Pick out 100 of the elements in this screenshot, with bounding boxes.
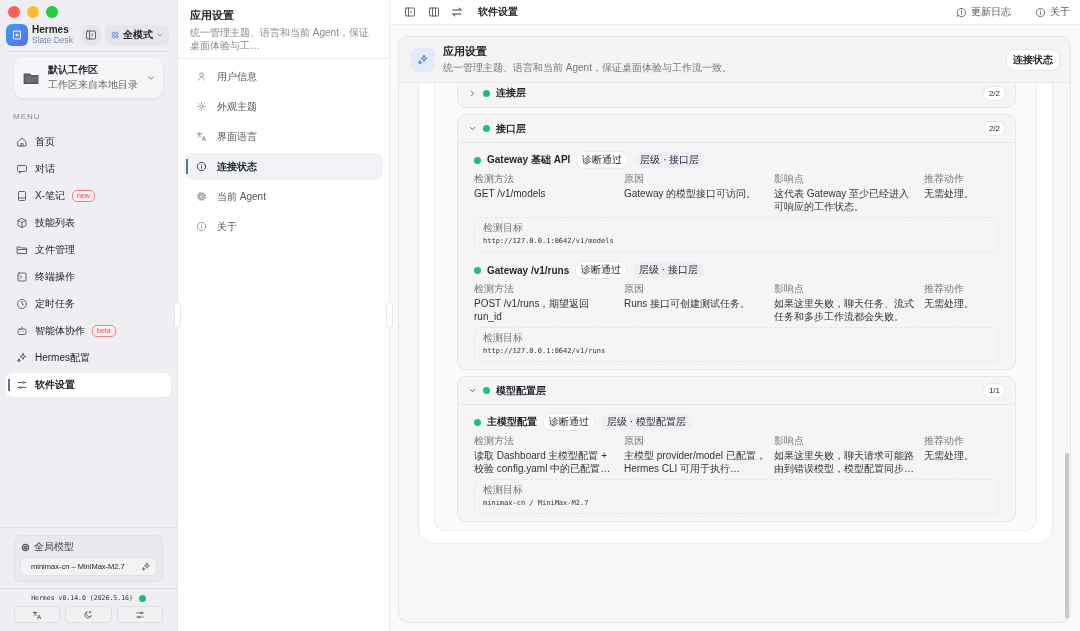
sliders-icon [134,609,145,620]
collapse-sidebar-button[interactable] [404,6,416,18]
close-button[interactable] [8,6,20,18]
sparkle-icon [417,53,429,66]
settings-nav-item[interactable]: 外观主题 [184,93,383,120]
columns-icon [428,6,440,18]
group-header[interactable]: 接口层 2/2 [458,115,1015,143]
caret-icon [156,31,165,39]
status-badge: 诊断通过 [576,151,629,169]
translate-icon [196,131,207,142]
panel-subtitle: 统一管理主题、语言和当前 Agent，保证桌面体验与工… [190,26,370,52]
sparkle-icon [141,561,151,572]
target-label: 检测目标 [483,332,524,344]
sparkle-icon [16,352,28,364]
sidebar-item[interactable]: 技能列表 [6,211,171,235]
field-label: 检测方法 [474,173,515,185]
field-value: POST /v1/runs，期望返回 run_id [474,297,591,323]
field-label: 原因 [624,173,645,185]
zoom-button[interactable] [46,6,58,18]
field-label: 检测方法 [474,283,515,295]
status-badge: 诊断通过 [543,413,595,431]
resize-handle[interactable] [174,302,181,328]
sidebar-item[interactable]: 定时任务 [6,292,171,316]
sidebar-icon [85,29,98,41]
terminal-icon [16,271,28,283]
group-header[interactable]: 模型配置层 1/1 [458,377,1015,405]
check-name: 主模型配置 [487,415,537,429]
sidebar-toggle-button[interactable] [81,25,102,45]
page-title: 软件设置 [478,5,518,19]
field-value: Runs 接口可创建测试任务。 [624,297,752,310]
top-link[interactable]: 关于 [1035,5,1070,19]
group-title: 连接层 [496,86,527,100]
card-title: 应用设置 [443,44,488,59]
field-value: 无需处理。 [924,187,975,200]
panel-title: 应用设置 [190,8,235,23]
field-value: 主模型 provider/model 已配置，Hermes CLI 可用于执行… [624,449,767,475]
global-model-label: 全局模型 [34,540,74,554]
target-label: 检测目标 [483,484,524,496]
level-tag: 层级 · 接口层 [634,152,706,168]
cube-icon [16,217,28,229]
group-header[interactable]: 连接层 2/2 [458,83,1015,107]
field-label: 推荐动作 [924,435,965,447]
settings-nav-item[interactable]: 界面语言 [184,123,383,150]
field-label: 原因 [624,283,645,295]
status-badge: 诊断通过 [575,261,628,279]
group-count: 2/2 [982,121,1006,136]
level-tag: 层级 · 模型配置层 [601,414,692,430]
sidebar-icon [404,6,416,18]
field-value: 无需处理。 [924,297,975,310]
swap-icon [451,6,463,18]
field-value: 这代表 Gateway 至少已经进入可响应的工作状态。 [774,187,911,213]
language-button[interactable] [14,606,61,623]
message-icon [956,6,967,18]
app-name: Hermes [32,24,70,36]
info-icon [196,161,207,172]
app-subtitle: Slate Desk [32,35,74,46]
translate-icon [32,609,43,620]
theme-button[interactable] [65,606,112,623]
group-count: 2/2 [982,85,1006,101]
layout-button[interactable] [428,6,440,18]
sidebar-item[interactable]: 终端操作 [6,265,171,289]
group-title: 模型配置层 [496,383,547,398]
target-label: 检测目标 [483,222,524,234]
sidebar-item[interactable]: 文件管理 [6,238,171,262]
mode-dropdown[interactable]: 全模式 [105,25,170,45]
field-value: GET /v1/models [474,187,547,200]
sidebar-item[interactable]: 对话 [6,157,171,181]
field-value: 读取 Dashboard 主模型配置 + 校验 config.yaml 中的已配置… [474,449,612,475]
check-name: Gateway /v1/runs [487,264,570,276]
info-icon [1035,6,1046,18]
field-value: Gateway 的模型接口可访问。 [624,187,758,200]
grid-icon [110,30,121,40]
sidebar-item[interactable]: 首页 [6,130,171,154]
field-label: 原因 [624,435,645,447]
field-label: 影响点 [774,283,805,295]
level-tag: 层级 · 接口层 [633,262,705,278]
section-tag: 连接状态 [1006,48,1060,71]
field-value: 如果这里失败，聊天请求可能路由到错误模型，模型配置同步… [774,449,915,475]
workspace-selector[interactable]: 默认工作区 工作区来自本地目录 [14,57,163,98]
home-icon [16,136,28,148]
settings-nav-item[interactable]: 当前 Agent [184,183,383,210]
field-label: 影响点 [774,435,805,447]
settings-nav-item[interactable]: 关于 [184,213,383,240]
settings-button[interactable] [116,606,163,623]
user-icon [196,71,207,82]
workspace-source: 工作区来自本地目录 [48,78,138,92]
sliders-icon [16,379,28,391]
sidebar-item[interactable]: 软件设置 [6,373,171,397]
top-link[interactable]: 更新日志 [956,5,1011,19]
menu-heading: MENU [13,112,42,121]
folder-icon [16,244,28,256]
field-label: 影响点 [774,173,805,185]
settings-nav-item[interactable]: 连接状态 [184,153,383,180]
minimize-button[interactable] [27,6,39,18]
settings-nav-item[interactable]: 用户信息 [184,63,383,90]
sun-icon [196,101,207,112]
chat-icon [16,163,28,175]
chip-icon [196,191,207,202]
sidebar-item[interactable]: Hermes配置 [6,346,171,370]
group-title: 接口层 [496,121,527,136]
